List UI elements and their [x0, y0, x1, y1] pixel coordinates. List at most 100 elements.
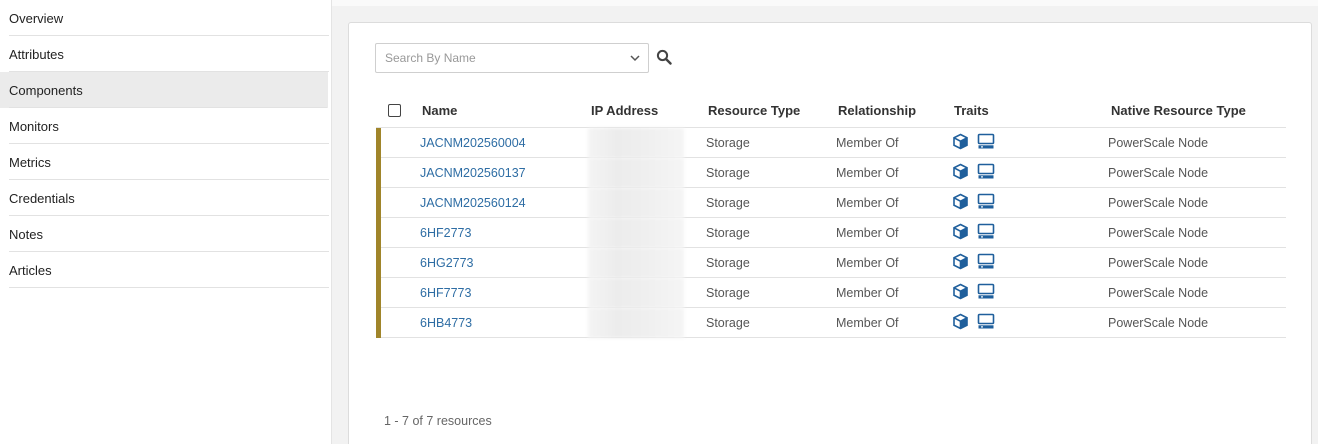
- sidebar-item-credentials[interactable]: Credentials: [0, 180, 330, 216]
- cube-icon[interactable]: [952, 283, 969, 303]
- ip-address-redacted: [588, 188, 684, 218]
- resource-name-link[interactable]: JACNM202560124: [420, 188, 526, 218]
- native-resource-type-cell: PowerScale Node: [1108, 166, 1209, 180]
- cube-icon[interactable]: [952, 133, 969, 153]
- table-header: Name IP Address Resource Type Relationsh…: [376, 93, 1286, 128]
- resource-type-cell: Storage: [706, 196, 750, 210]
- traits-cell: [952, 278, 995, 308]
- relationship-cell: Member Of: [836, 166, 899, 180]
- chevron-down-icon[interactable]: [622, 44, 648, 72]
- resource-name-link[interactable]: 6HF2773: [420, 218, 471, 248]
- status-indicator: [376, 248, 381, 278]
- cube-icon[interactable]: [952, 223, 969, 243]
- resource-type-cell: Storage: [706, 256, 750, 270]
- server-icon[interactable]: [977, 313, 995, 333]
- table-row[interactable]: JACNM202560124 Storage Member Of PowerSc…: [376, 188, 1286, 218]
- resource-name-link[interactable]: JACNM202560137: [420, 158, 526, 188]
- components-panel: Name IP Address Resource Type Relationsh…: [348, 22, 1312, 444]
- relationship-cell: Member Of: [836, 136, 899, 150]
- column-header-resource-type[interactable]: Resource Type: [708, 93, 800, 128]
- search-input[interactable]: [376, 44, 622, 72]
- table-row[interactable]: JACNM202560004 Storage Member Of PowerSc…: [376, 128, 1286, 158]
- ip-address-redacted: [588, 248, 684, 278]
- cube-icon[interactable]: [952, 313, 969, 333]
- traits-cell: [952, 128, 995, 158]
- sidebar-item-overview[interactable]: Overview: [0, 0, 330, 36]
- resource-type-cell: Storage: [706, 136, 750, 150]
- sidebar-item-label: Metrics: [9, 154, 51, 170]
- resource-name-link[interactable]: 6HF7773: [420, 278, 471, 308]
- column-header-ip-address[interactable]: IP Address: [591, 93, 658, 128]
- sidebar-item-metrics[interactable]: Metrics: [0, 144, 330, 180]
- ip-address-redacted: [588, 308, 684, 338]
- search-icon: [656, 49, 672, 68]
- native-resource-type-cell: PowerScale Node: [1108, 316, 1209, 330]
- column-header-name[interactable]: Name: [422, 93, 457, 128]
- resource-type-cell: Storage: [706, 286, 750, 300]
- resource-type-cell: Storage: [706, 166, 750, 180]
- relationship-cell: Member Of: [836, 286, 899, 300]
- table-row[interactable]: 6HF2773 Storage Member Of PowerScale Nod…: [376, 218, 1286, 248]
- sidebar-item-label: Notes: [9, 226, 43, 242]
- sidebar-item-articles[interactable]: Articles: [0, 252, 330, 288]
- table-body: JACNM202560004 Storage Member Of PowerSc…: [376, 128, 1286, 338]
- resource-name-link[interactable]: JACNM202560004: [420, 128, 526, 158]
- column-header-native-resource-type[interactable]: Native Resource Type: [1111, 93, 1246, 128]
- native-resource-type-cell: PowerScale Node: [1108, 286, 1209, 300]
- native-resource-type-cell: PowerScale Node: [1108, 136, 1209, 150]
- relationship-cell: Member Of: [836, 316, 899, 330]
- cube-icon[interactable]: [952, 193, 969, 213]
- top-strip: [332, 0, 1318, 6]
- components-table: Name IP Address Resource Type Relationsh…: [376, 93, 1286, 338]
- sidebar-item-components[interactable]: Components: [0, 72, 328, 108]
- ip-address-redacted: [588, 158, 684, 188]
- traits-cell: [952, 188, 995, 218]
- relationship-cell: Member Of: [836, 226, 899, 240]
- server-icon[interactable]: [977, 253, 995, 273]
- table-row[interactable]: 6HG2773 Storage Member Of PowerScale Nod…: [376, 248, 1286, 278]
- sidebar-item-monitors[interactable]: Monitors: [0, 108, 330, 144]
- ip-address-redacted: [588, 218, 684, 248]
- sidebar-item-label: Articles: [9, 262, 52, 278]
- relationship-cell: Member Of: [836, 196, 899, 210]
- table-row[interactable]: 6HB4773 Storage Member Of PowerScale Nod…: [376, 308, 1286, 338]
- sidebar-item-label: Monitors: [9, 118, 59, 134]
- column-header-traits[interactable]: Traits: [954, 93, 989, 128]
- traits-cell: [952, 248, 995, 278]
- server-icon[interactable]: [977, 193, 995, 213]
- search-button[interactable]: [655, 48, 673, 68]
- table-row[interactable]: JACNM202560137 Storage Member Of PowerSc…: [376, 158, 1286, 188]
- sidebar-item-attributes[interactable]: Attributes: [0, 36, 330, 72]
- traits-cell: [952, 308, 995, 338]
- column-header-relationship[interactable]: Relationship: [838, 93, 916, 128]
- sidebar-item-label: Overview: [9, 10, 64, 26]
- status-indicator: [376, 158, 381, 188]
- resource-name-link[interactable]: 6HG2773: [420, 248, 474, 278]
- sidebar-item-label: Attributes: [9, 46, 64, 62]
- resource-name-link[interactable]: 6HB4773: [420, 308, 472, 338]
- sidebar-item-label: Components: [9, 82, 83, 98]
- status-indicator: [376, 188, 381, 218]
- pagination-summary: 1 - 7 of 7 resources: [384, 414, 492, 428]
- server-icon[interactable]: [977, 163, 995, 183]
- server-icon[interactable]: [977, 223, 995, 243]
- relationship-cell: Member Of: [836, 256, 899, 270]
- native-resource-type-cell: PowerScale Node: [1108, 196, 1209, 210]
- ip-address-redacted: [588, 278, 684, 308]
- table-row[interactable]: 6HF7773 Storage Member Of PowerScale Nod…: [376, 278, 1286, 308]
- traits-cell: [952, 158, 995, 188]
- sidebar-nav: Overview Attributes Components Monitors …: [0, 0, 332, 444]
- sidebar-item-label: Credentials: [9, 190, 75, 206]
- server-icon[interactable]: [977, 283, 995, 303]
- select-all-checkbox[interactable]: [388, 104, 401, 117]
- cube-icon[interactable]: [952, 163, 969, 183]
- status-indicator: [376, 128, 381, 158]
- ip-address-redacted: [588, 128, 684, 158]
- select-all-checkbox-cell: [388, 93, 401, 128]
- server-icon[interactable]: [977, 133, 995, 153]
- sidebar-item-notes[interactable]: Notes: [0, 216, 330, 252]
- traits-cell: [952, 218, 995, 248]
- search-combobox[interactable]: [375, 43, 649, 73]
- resource-type-cell: Storage: [706, 316, 750, 330]
- cube-icon[interactable]: [952, 253, 969, 273]
